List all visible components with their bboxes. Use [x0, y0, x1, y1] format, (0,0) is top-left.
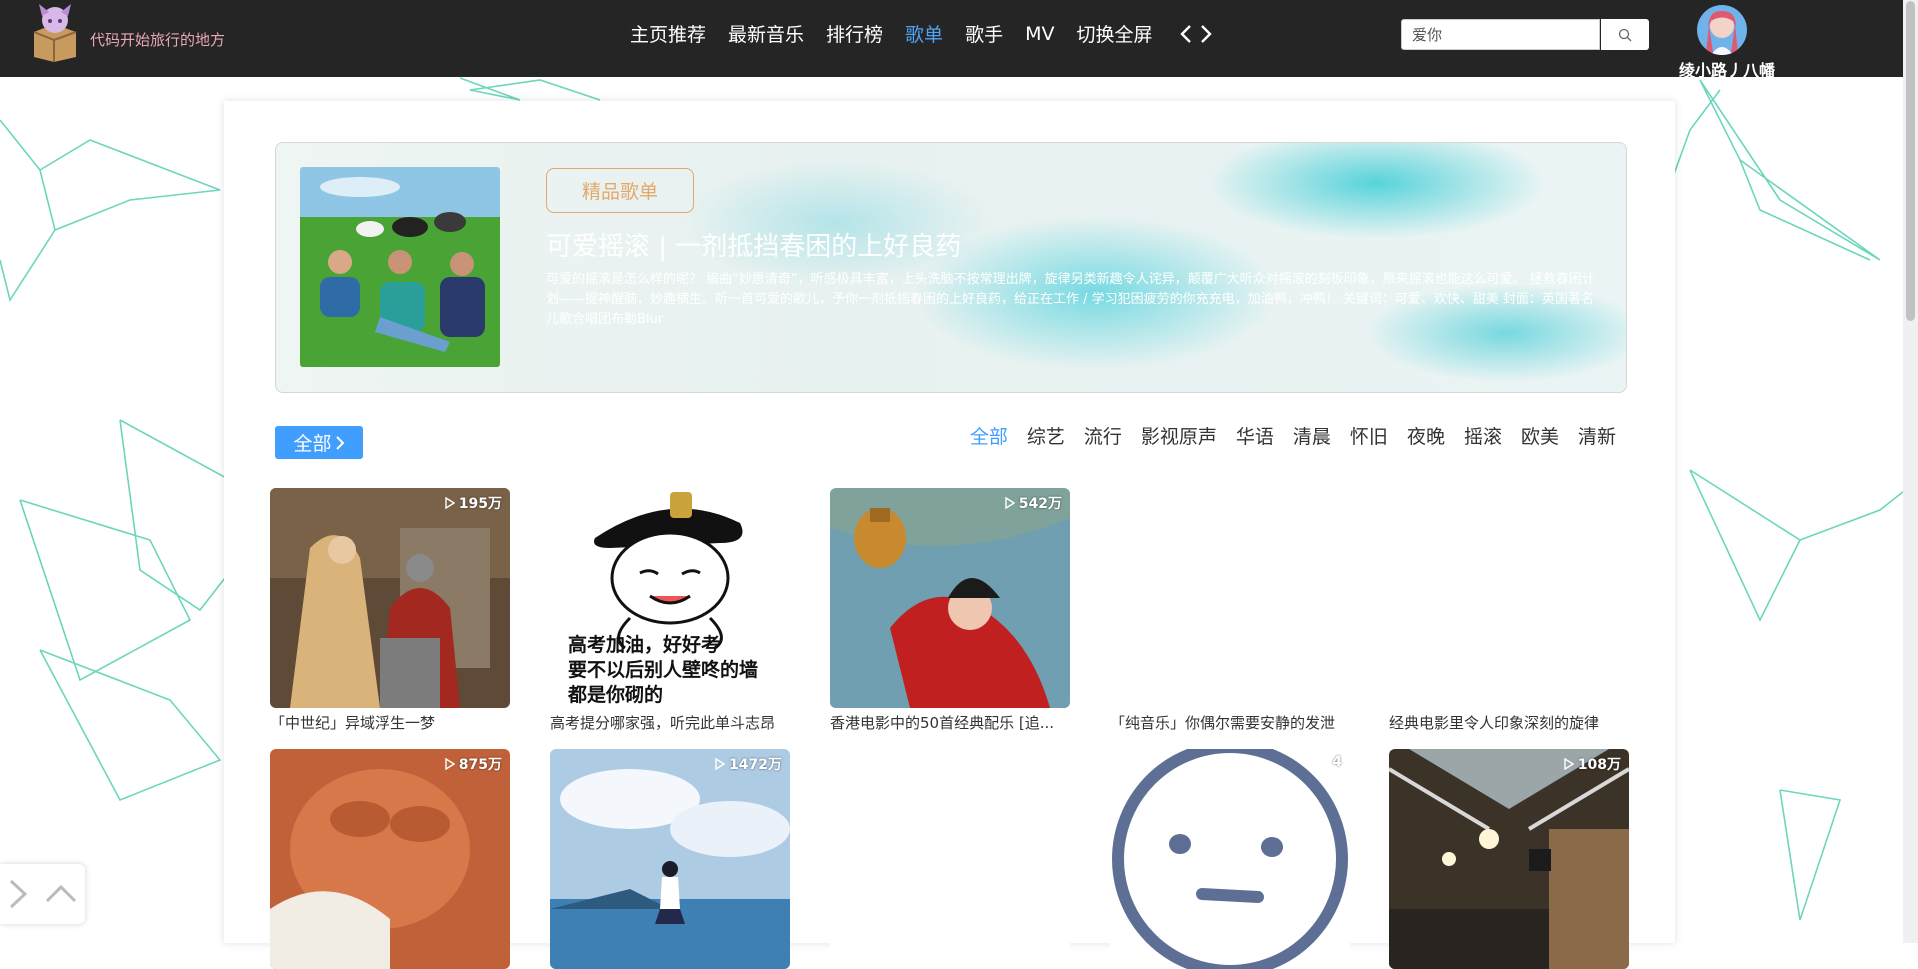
playlist-title[interactable]: 经典电影里令人印象深刻的旋律 — [1389, 712, 1629, 733]
all-categories-button[interactable]: 全部 — [275, 426, 363, 459]
playlist-title[interactable]: 香港电影中的50首经典配乐 [追... — [830, 712, 1070, 733]
chevron-left-icon[interactable] — [1176, 21, 1196, 47]
playlist-cover[interactable]: 108万 — [1389, 749, 1629, 969]
play-icon — [1318, 756, 1329, 768]
nav-fullscreen[interactable]: 切换全屏 — [1076, 20, 1152, 47]
play-count: 108万 — [1564, 754, 1621, 774]
tag-pop[interactable]: 流行 — [1084, 422, 1122, 449]
search-button[interactable] — [1601, 19, 1649, 50]
featured-playlist-banner[interactable]: 精品歌单 可爱摇滚 | 一剂抵挡春困的上好良药 可爱的摇滚是怎么样的呢？ 编曲“… — [275, 142, 1627, 393]
play-icon — [445, 758, 455, 770]
playlist-cover[interactable]: 高考加油，好好考 要不以后别人壁咚的墙 都是你砌的 — [550, 488, 790, 708]
chevron-right-icon — [335, 435, 344, 450]
tag-all[interactable]: 全部 — [970, 422, 1008, 449]
featured-tag-button[interactable]: 精品歌单 — [546, 168, 694, 213]
playlist-title[interactable]: 高考提分哪家强，听完此单斗志昂 — [550, 712, 790, 733]
search-field — [1401, 19, 1602, 50]
play-count: 875万 — [445, 754, 502, 774]
playlist-cover[interactable] — [1389, 488, 1629, 708]
meme-text-line: 要不以后别人壁咚的墙 — [568, 659, 759, 681]
tag-nostalgia[interactable]: 怀旧 — [1350, 422, 1388, 449]
search-input[interactable] — [1402, 20, 1602, 48]
nav-mv[interactable]: MV — [1025, 23, 1054, 45]
play-count-value: 108万 — [1577, 757, 1621, 773]
play-icon — [1005, 497, 1015, 509]
tag-morning[interactable]: 清晨 — [1293, 422, 1331, 449]
category-tags: 全部 综艺 流行 影视原声 华语 清晨 怀旧 夜晚 摇滚 欧美 清新 — [951, 422, 1616, 449]
tag-variety[interactable]: 综艺 — [1027, 422, 1065, 449]
playlist-cover[interactable]: 875万 — [270, 749, 510, 969]
banner-title[interactable]: 可爱摇滚 | 一剂抵挡春困的上好良药 — [546, 226, 961, 263]
playlist-card[interactable]: 1472万 — [550, 749, 790, 969]
chevron-right-icon[interactable] — [1196, 21, 1216, 47]
playlist-title[interactable]: 「纯音乐」你偶尔需要安静的发泄 — [1110, 712, 1350, 733]
play-count-value: 1472万 — [729, 757, 782, 773]
all-categories-label: 全部 — [293, 433, 332, 455]
nav-new-music[interactable]: 最新音乐 — [728, 20, 804, 47]
floating-control — [0, 864, 85, 924]
play-count-value: 542万 — [1018, 496, 1062, 512]
playlist-card[interactable]: 875万 — [270, 749, 510, 969]
playlist-card[interactable]: 195万 「中世纪」异域浮生一梦 — [270, 488, 510, 732]
play-count-value: 875万 — [458, 757, 502, 773]
meme-text-line: 都是你砌的 — [568, 684, 664, 706]
playlist-card[interactable]: 542万 香港电影中的50首经典配乐 [追... — [830, 488, 1070, 732]
playlist-card[interactable]: 4 — [1110, 749, 1350, 969]
banner-cover-image[interactable] — [300, 167, 500, 367]
play-icon — [715, 758, 726, 770]
play-count: 195万 — [445, 493, 502, 513]
back-to-top-icon[interactable] — [44, 883, 78, 905]
playlist-card[interactable] — [830, 749, 1070, 969]
play-count-value: 4 — [1332, 754, 1342, 770]
main-nav: 主页推荐 最新音乐 排行榜 歌单 歌手 MV 切换全屏 — [630, 20, 1216, 47]
playlist-cover[interactable]: 1472万 — [550, 749, 790, 969]
play-count: 4 — [1318, 754, 1342, 770]
site-name: 代码开始旅行的地方 — [90, 31, 226, 49]
top-navigation-bar: 代码开始旅行的地方 主页推荐 最新音乐 排行榜 歌单 歌手 MV 切换全屏 爱你… — [0, 0, 1918, 80]
logo-icon[interactable] — [24, 2, 84, 62]
playlist-cover[interactable] — [830, 749, 1070, 969]
tag-fresh[interactable]: 清新 — [1578, 422, 1616, 449]
search-icon — [1618, 28, 1632, 41]
play-count: 1472万 — [715, 754, 782, 774]
playlist-card[interactable]: 「纯音乐」你偶尔需要安静的发泄 — [1110, 488, 1350, 732]
collapse-icon[interactable] — [7, 877, 29, 911]
nav-rankings[interactable]: 排行榜 — [826, 20, 883, 47]
play-count-value: 195万 — [458, 496, 502, 512]
tag-rock[interactable]: 摇滚 — [1464, 422, 1502, 449]
tag-western[interactable]: 欧美 — [1521, 422, 1559, 449]
nav-home[interactable]: 主页推荐 — [630, 20, 706, 47]
nav-singers[interactable]: 歌手 — [965, 20, 1003, 47]
meme-text-line: 高考加油，好好考 — [568, 634, 721, 656]
playlist-cover[interactable]: 195万 — [270, 488, 510, 708]
tag-night[interactable]: 夜晚 — [1407, 422, 1445, 449]
playlist-card[interactable]: 高考加油，好好考 要不以后别人壁咚的墙 都是你砌的 高考提分哪家强，听完此单斗志… — [550, 488, 790, 732]
page-scrollbar[interactable] — [1903, 0, 1918, 943]
tag-chinese[interactable]: 华语 — [1236, 422, 1274, 449]
playlist-title[interactable]: 「中世纪」异域浮生一梦 — [270, 712, 510, 733]
playlist-card[interactable]: 经典电影里令人印象深刻的旋律 — [1389, 488, 1629, 732]
playlist-card[interactable]: 108万 — [1389, 749, 1629, 969]
username[interactable]: 绫小路丿八幡 — [1670, 57, 1784, 81]
playlist-cover[interactable]: 542万 — [830, 488, 1070, 708]
play-count: 542万 — [1005, 493, 1062, 513]
history-arrows — [1176, 21, 1216, 47]
play-icon — [445, 497, 455, 509]
playlist-cover[interactable] — [1110, 488, 1350, 708]
banner-description: 可爱的摇滚是怎么样的呢？ 编曲“妙思清奇”，听感极具丰富，上头洗脑不按常理出牌，… — [546, 272, 1595, 327]
tag-soundtrack[interactable]: 影视原声 — [1141, 422, 1217, 449]
nav-playlists[interactable]: 歌单 — [905, 20, 943, 47]
play-icon — [1564, 758, 1574, 770]
user-avatar[interactable] — [1697, 5, 1747, 55]
playlist-cover[interactable]: 4 — [1110, 749, 1350, 969]
scrollbar-thumb[interactable] — [1906, 1, 1915, 321]
